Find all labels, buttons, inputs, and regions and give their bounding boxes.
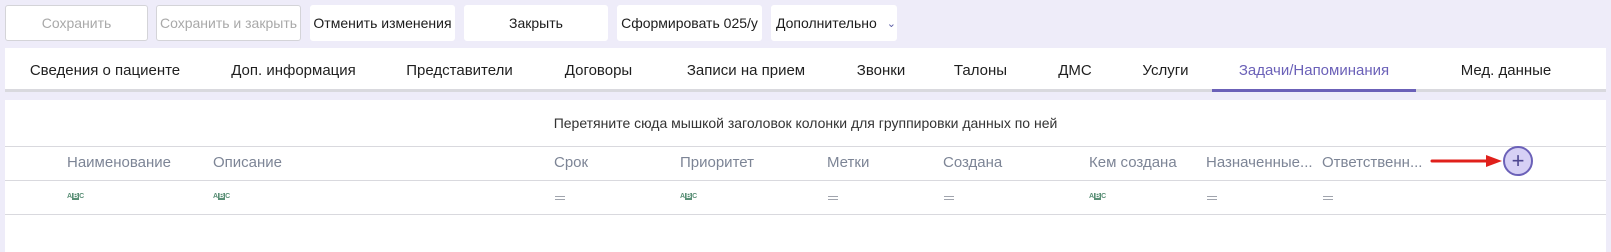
group-panel-hint: Перетяните сюда мышкой заголовок колонки…	[553, 115, 1058, 131]
tab-appointments[interactable]: Записи на прием	[660, 48, 832, 92]
text-filter-icon[interactable]: ABC	[1089, 191, 1106, 203]
text-filter-icon[interactable]: ABC	[213, 191, 230, 203]
tasks-grid: Перетяните сюда мышкой заголовок колонки…	[5, 100, 1606, 252]
equals-filter-icon[interactable]	[555, 196, 565, 208]
cancel-changes-button[interactable]: Отменить изменения	[310, 5, 455, 41]
column-header-created-by[interactable]: Кем создана	[1089, 146, 1199, 180]
chevron-down-icon: ⌄	[886, 17, 896, 30]
toolbar: Сохранить Сохранить и закрыть Отменить и…	[0, 0, 1611, 46]
equals-filter-icon[interactable]	[944, 196, 954, 208]
add-task-button[interactable]: +	[1503, 146, 1533, 176]
equals-filter-icon[interactable]	[1323, 196, 1333, 208]
equals-filter-icon[interactable]	[828, 196, 838, 208]
save-and-close-button[interactable]: Сохранить и закрыть	[156, 5, 301, 41]
grid-header-row: Наименование Описание Срок Приоритет Мет…	[5, 146, 1606, 181]
tab-patient-info[interactable]: Сведения о пациенте	[5, 48, 205, 92]
group-panel[interactable]: Перетяните сюда мышкой заголовок колонки…	[5, 100, 1606, 147]
tab-services[interactable]: Услуги	[1119, 48, 1212, 92]
save-button[interactable]: Сохранить	[5, 5, 148, 41]
tab-tasks-reminders[interactable]: Задачи/Напоминания	[1212, 48, 1416, 92]
tab-bar: Сведения о пациенте Доп. информация Пред…	[5, 48, 1606, 92]
tab-medical-data[interactable]: Мед. данные	[1416, 48, 1596, 92]
plus-icon: +	[1511, 148, 1525, 173]
tab-representatives[interactable]: Представители	[382, 48, 537, 92]
tab-dms[interactable]: ДМС	[1031, 48, 1119, 92]
grid-filter-row: ABC ABC ABC ABC	[5, 181, 1606, 215]
tab-coupons[interactable]: Талоны	[930, 48, 1031, 92]
more-dropdown[interactable]: Дополнительно ⌄	[771, 5, 897, 41]
column-header-deadline[interactable]: Срок	[554, 146, 664, 180]
tab-calls[interactable]: Звонки	[832, 48, 930, 92]
column-header-priority[interactable]: Приоритет	[680, 146, 810, 180]
form-025-button[interactable]: Сформировать 025/у	[617, 5, 762, 41]
text-filter-icon[interactable]: ABC	[680, 191, 697, 203]
column-header-responsible[interactable]: Ответственн...	[1322, 146, 1428, 180]
column-header-description[interactable]: Описание	[213, 146, 543, 180]
column-header-name[interactable]: Наименование	[67, 146, 207, 180]
close-button[interactable]: Закрыть	[464, 5, 608, 41]
tab-contracts[interactable]: Договоры	[537, 48, 660, 92]
column-header-created[interactable]: Создана	[943, 146, 1073, 180]
equals-filter-icon[interactable]	[1207, 196, 1217, 208]
tab-additional-info[interactable]: Доп. информация	[205, 48, 382, 92]
more-dropdown-label: Дополнительно	[776, 15, 877, 31]
column-header-tags[interactable]: Метки	[827, 146, 927, 180]
text-filter-icon[interactable]: ABC	[67, 191, 84, 203]
arrow-annotation-icon	[1430, 155, 1502, 167]
column-header-assigned[interactable]: Назначенные...	[1206, 146, 1317, 180]
